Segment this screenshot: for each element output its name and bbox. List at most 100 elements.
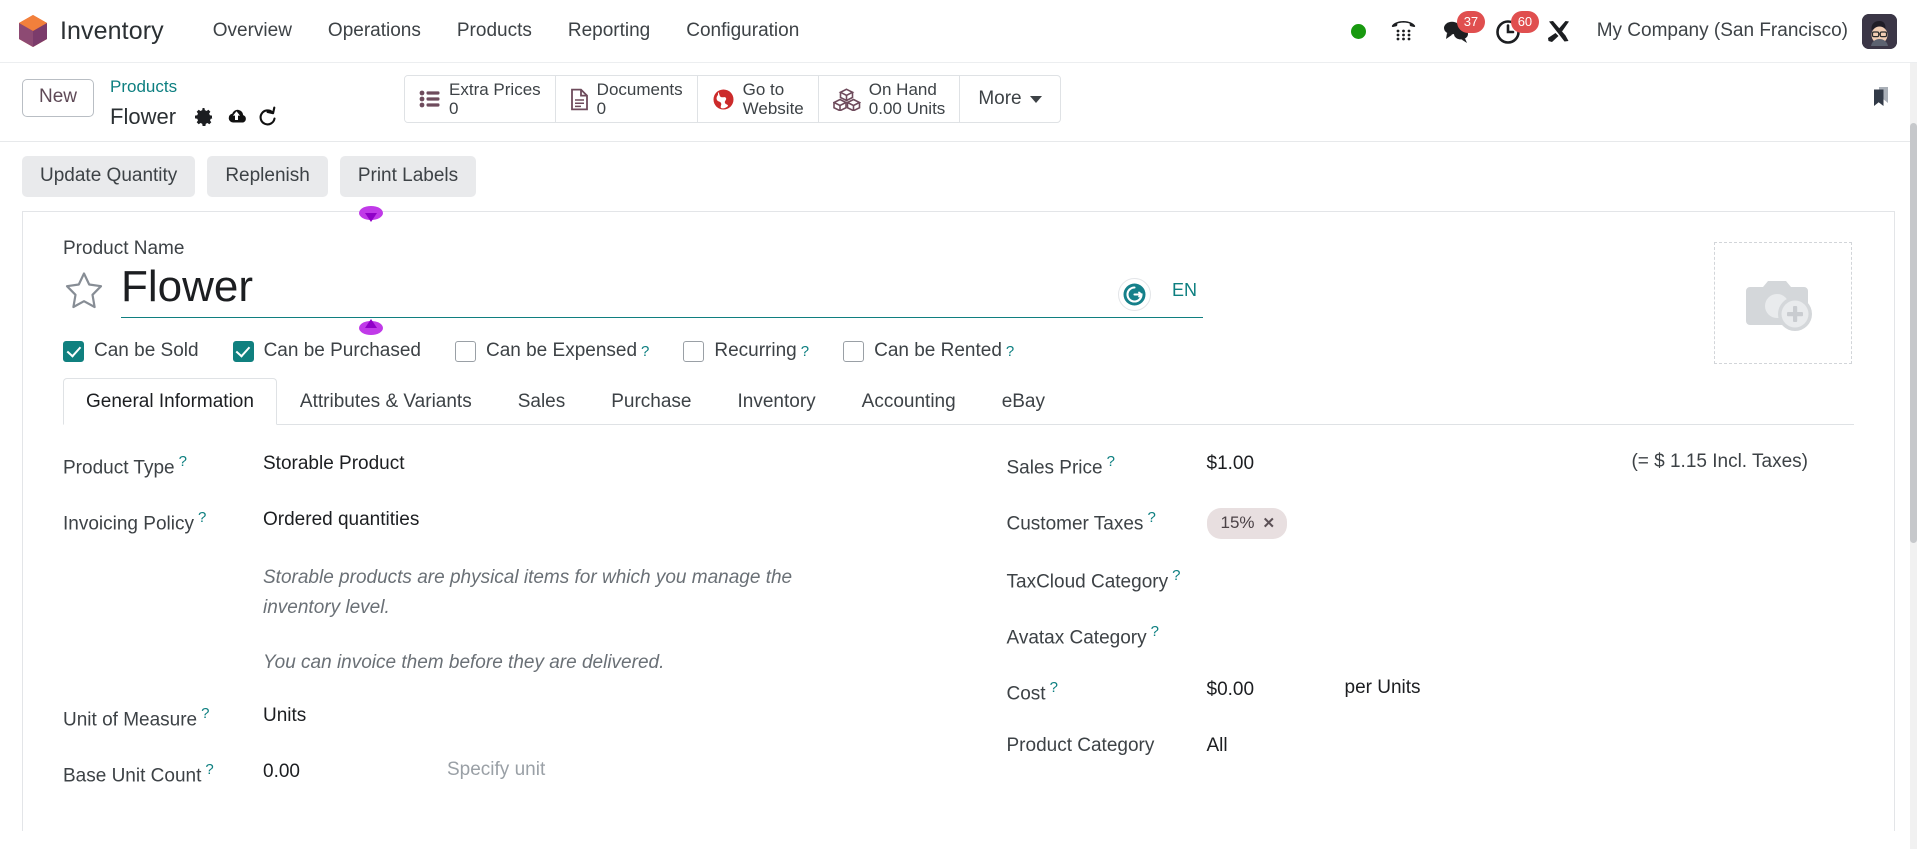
stat-button-extra-prices[interactable]: Extra Prices 0 [405, 76, 556, 122]
nav-item-operations[interactable]: Operations [313, 14, 436, 48]
page-scrollbar[interactable] [1910, 63, 1917, 849]
form-column-right: Sales Price? $1.00 (= $ 1.15 Incl. Taxes… [959, 451, 1855, 815]
help-icon[interactable]: ? [179, 453, 187, 470]
product-name-label: Product Name [63, 238, 185, 260]
help-icon[interactable]: ? [1050, 679, 1058, 696]
taxcloud-value[interactable] [1207, 565, 1835, 587]
nav-item-products[interactable]: Products [442, 14, 547, 48]
help-icon[interactable]: ? [801, 343, 809, 360]
discard-button[interactable] [252, 101, 284, 133]
field-avatax-category: Avatax Category? [1007, 621, 1835, 651]
product-category-label: Product Category [1006, 735, 1155, 757]
uom-value[interactable]: Units [263, 703, 939, 729]
gear-icon[interactable] [188, 101, 220, 133]
base-unit-count-label: Base Unit Count [63, 765, 202, 787]
help-icon[interactable]: ? [1151, 623, 1159, 640]
help-icon[interactable]: ? [641, 343, 649, 360]
cost-value[interactable]: $0.00 [1207, 677, 1327, 703]
record-title: Flower [110, 103, 177, 129]
checkbox-box[interactable] [454, 340, 476, 362]
breadcrumb-products-link[interactable]: Products [110, 75, 284, 100]
field-label: Avatax Category? [1007, 621, 1207, 651]
tab-general-information[interactable]: General Information [63, 378, 277, 426]
grammarly-icon[interactable] [1118, 278, 1151, 312]
avatax-value[interactable] [1207, 621, 1835, 643]
form-column-left: Product Type? Storable Product Invoicing… [63, 451, 959, 815]
phone-dialpad-icon [1391, 20, 1415, 40]
checkbox-can-be-purchased[interactable]: Can be Purchased [232, 340, 421, 362]
tools-icon [1547, 20, 1569, 42]
messages-button[interactable]: 37 [1429, 11, 1486, 51]
tab-attributes-variants[interactable]: Attributes & Variants [277, 378, 495, 425]
print-labels-button[interactable]: Print Labels [339, 155, 477, 198]
nav-item-overview[interactable]: Overview [198, 14, 307, 48]
tab-ebay[interactable]: eBay [979, 378, 1068, 425]
field-product-category: Product Category All [1007, 733, 1835, 759]
stat-text: Documents 0 [597, 80, 683, 118]
dialpad-button[interactable] [1378, 11, 1429, 51]
developer-tools-button[interactable] [1534, 11, 1585, 51]
scrollbar-thumb[interactable] [1910, 123, 1917, 543]
nav-item-configuration[interactable]: Configuration [671, 14, 814, 48]
form-sheet-wrapper: Product Name EN [0, 206, 1917, 832]
checkbox-label: Can be Expensed [485, 340, 638, 362]
help-icon[interactable]: ? [1147, 509, 1155, 526]
help-icon[interactable]: ? [201, 705, 209, 722]
help-icon[interactable]: ? [1107, 453, 1115, 470]
tab-purchase[interactable]: Purchase [588, 378, 714, 425]
help-icon[interactable]: ? [198, 509, 206, 526]
save-button[interactable] [220, 101, 252, 133]
checkbox-can-be-rented[interactable]: Can be Rented ? [843, 340, 1014, 362]
base-unit-count-value[interactable]: 0.00 [263, 759, 383, 785]
product-type-value[interactable]: Storable Product [263, 451, 939, 477]
replenish-button[interactable]: Replenish [207, 155, 328, 198]
invoicing-policy-value[interactable]: Ordered quantities [263, 507, 939, 533]
taxcloud-label: TaxCloud Category [1006, 571, 1169, 593]
stat-button-go-to-website[interactable]: Go to Website [697, 76, 819, 122]
tab-inventory[interactable]: Inventory [715, 378, 839, 425]
bookmark-icon[interactable] [1865, 81, 1897, 113]
help-icon[interactable]: ? [205, 761, 213, 778]
base-unit-placeholder[interactable]: Specify unit [447, 759, 545, 781]
field-cost: Cost? $0.00 per Units [1007, 677, 1835, 707]
checkbox-can-be-expensed[interactable]: Can be Expensed ? [454, 340, 649, 362]
product-image-upload[interactable] [1714, 242, 1852, 365]
checkbox-box[interactable] [843, 340, 865, 362]
help-icon[interactable]: ? [1006, 343, 1014, 360]
nav-item-reporting[interactable]: Reporting [553, 14, 665, 48]
remove-tag-icon[interactable]: ✕ [1263, 516, 1276, 531]
product-category-value[interactable]: All [1207, 733, 1835, 759]
app-name[interactable]: Inventory [60, 17, 164, 46]
checkbox-box[interactable] [232, 340, 254, 362]
avatax-label: Avatax Category [1006, 627, 1147, 649]
checkbox-box[interactable] [683, 340, 705, 362]
checkbox-box[interactable] [63, 340, 84, 362]
avatar[interactable] [1862, 13, 1897, 49]
chevron-down-icon [1029, 95, 1042, 103]
stat-text: Go to Website [743, 80, 804, 118]
update-quantity-button[interactable]: Update Quantity [22, 155, 196, 198]
company-selector[interactable]: My Company (San Francisco) [1585, 20, 1862, 42]
product-name-input[interactable] [121, 262, 1203, 314]
tax-tag-label: 15% [1220, 513, 1255, 533]
activities-button[interactable]: 60 [1483, 11, 1540, 51]
more-stat-buttons-dropdown[interactable]: More [960, 76, 1059, 122]
new-button[interactable]: New [22, 79, 95, 117]
tax-tag[interactable]: 15% ✕ [1206, 508, 1288, 540]
customer-taxes-value[interactable]: 15% ✕ [1206, 507, 1835, 540]
sales-price-value[interactable]: $1.00 [1207, 451, 1327, 477]
checkbox-recurring[interactable]: Recurring ? [683, 340, 809, 362]
stat-button-on-hand[interactable]: On Hand 0.00 Units [818, 76, 961, 122]
tab-accounting[interactable]: Accounting [839, 378, 979, 425]
customer-taxes-label: Customer Taxes [1006, 513, 1144, 535]
general-information-pane: Product Type? Storable Product Invoicing… [63, 451, 1854, 815]
field-unit-of-measure: Unit of Measure? Units [63, 703, 939, 733]
stat-text: On Hand 0.00 Units [869, 80, 946, 118]
presence-status-indicator[interactable] [1339, 11, 1378, 51]
star-outline-icon[interactable] [63, 269, 105, 311]
language-badge[interactable]: EN [1172, 280, 1197, 301]
stat-button-documents[interactable]: Documents 0 [555, 76, 698, 122]
tab-sales[interactable]: Sales [495, 378, 589, 425]
help-icon[interactable]: ? [1172, 567, 1180, 584]
checkbox-can-be-sold[interactable]: Can be Sold [63, 340, 199, 362]
